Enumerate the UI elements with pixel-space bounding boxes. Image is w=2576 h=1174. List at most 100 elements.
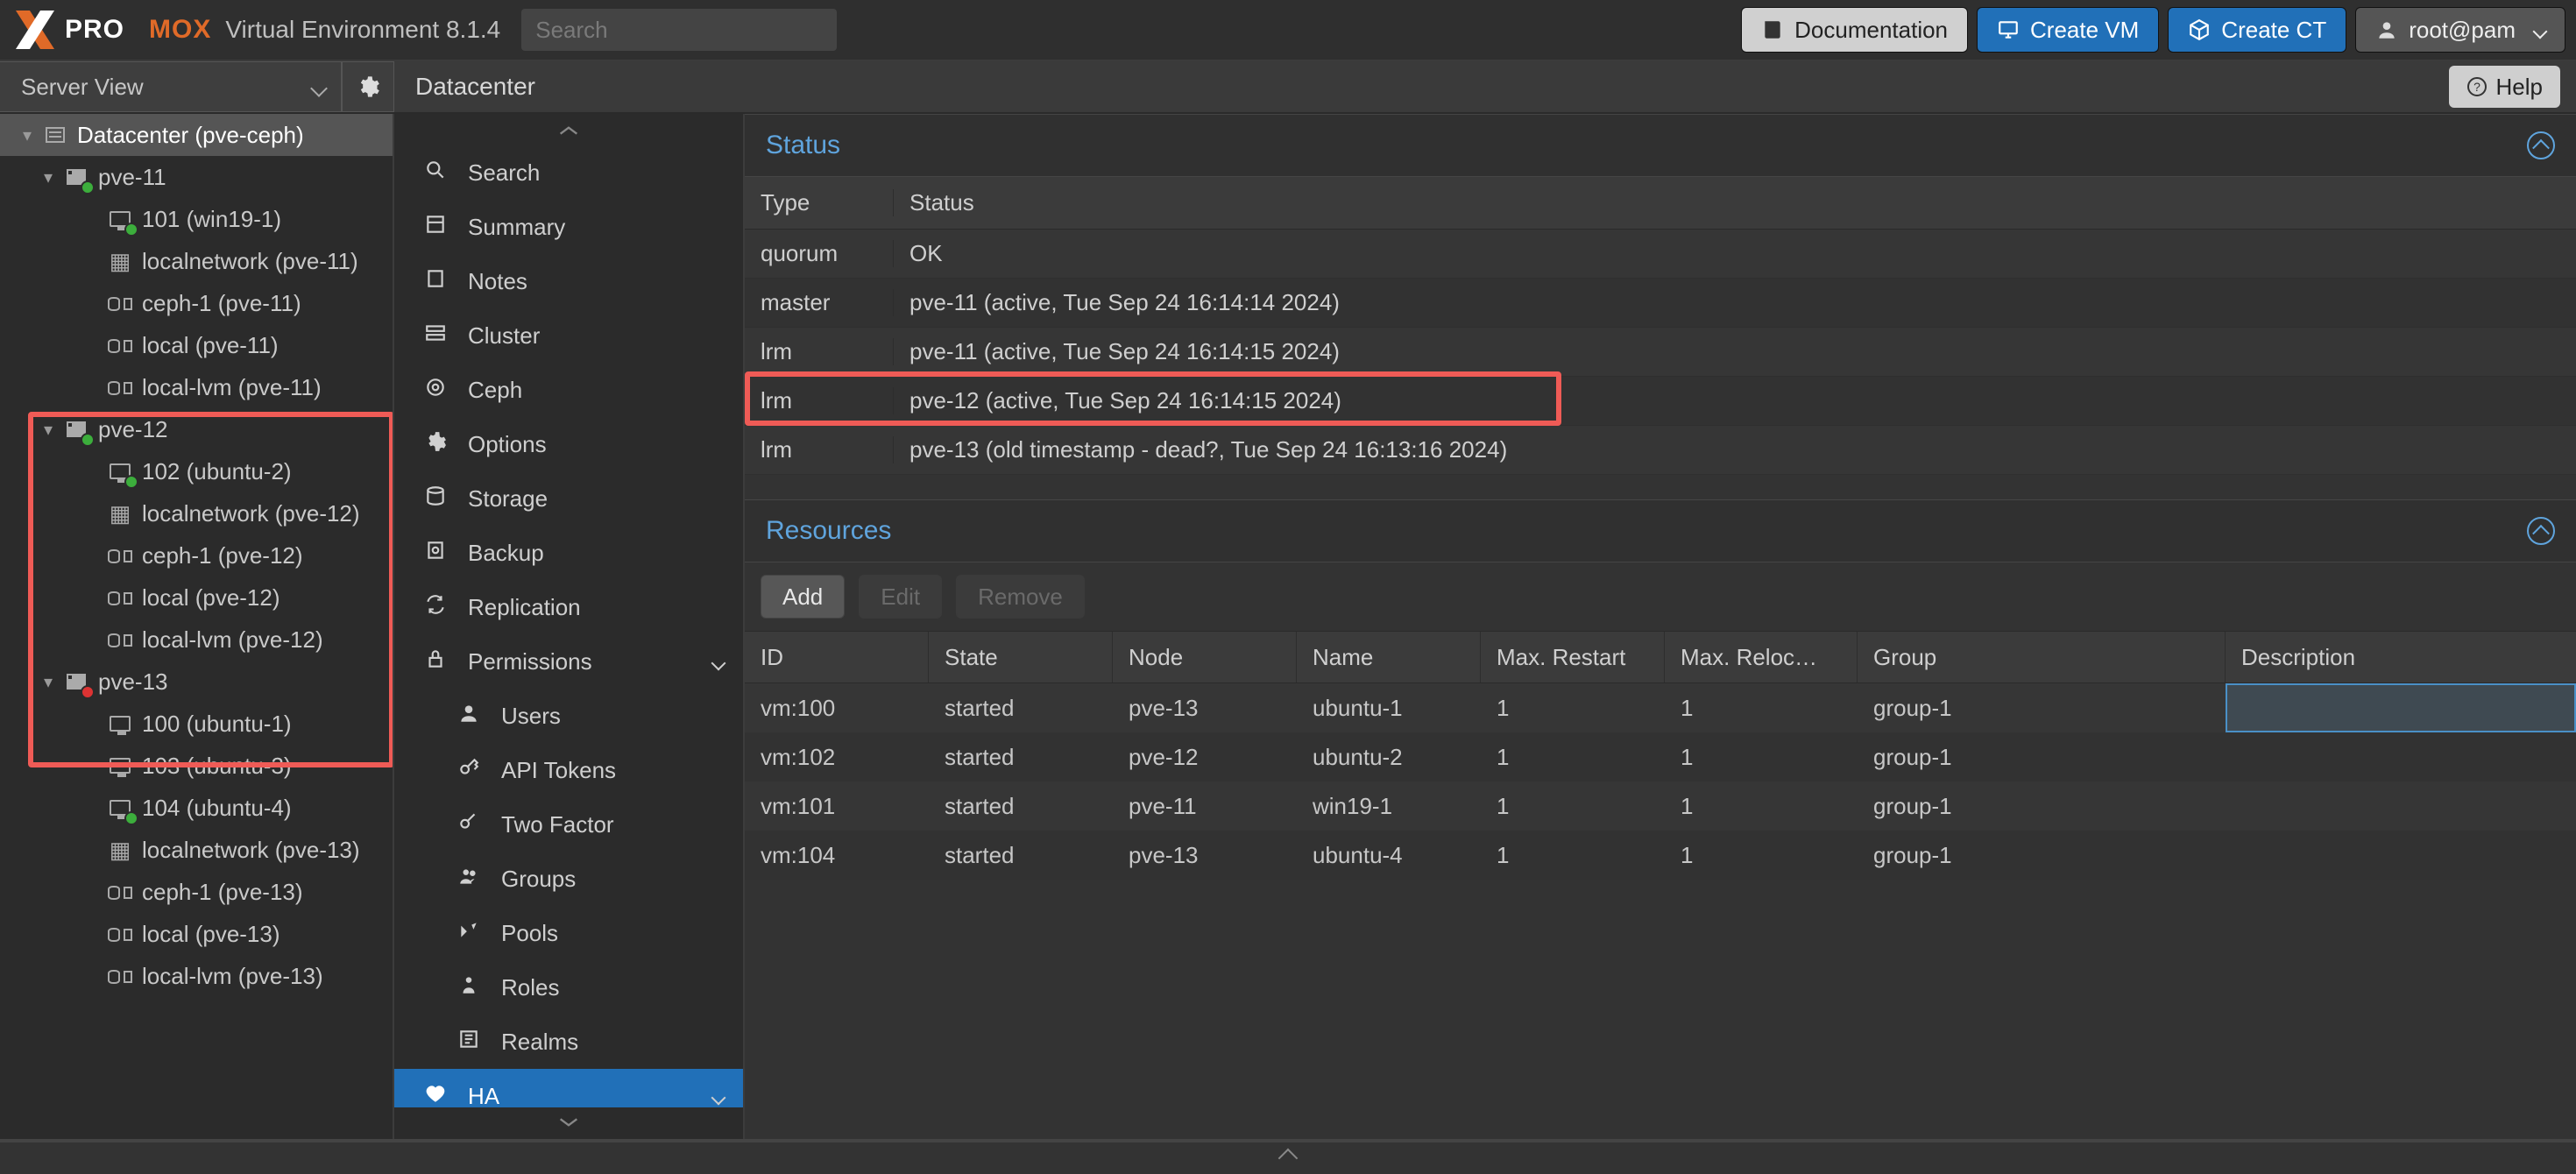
- tree-child[interactable]: 104 (ubuntu-4): [0, 787, 393, 829]
- nav-item-label: API Tokens: [501, 757, 616, 784]
- nav-item-search[interactable]: Search: [394, 145, 743, 200]
- server-icon: [61, 668, 91, 696]
- nav-item-roles[interactable]: Roles: [394, 960, 743, 1015]
- cell-name: win19-1: [1297, 793, 1481, 820]
- cell-node: pve-12: [1113, 744, 1297, 771]
- nav-icon: [422, 647, 449, 676]
- status-row[interactable]: lrm pve-11 (active, Tue Sep 24 16:14:15 …: [745, 328, 2576, 377]
- vm-icon: [105, 206, 135, 233]
- collapse-button[interactable]: [2527, 131, 2555, 159]
- tree-child[interactable]: local (pve-11): [0, 324, 393, 366]
- tree-child[interactable]: 100 (ubuntu-1): [0, 703, 393, 745]
- nav-item-groups[interactable]: Groups: [394, 852, 743, 906]
- nav-scroll-up[interactable]: [394, 114, 743, 145]
- col-id[interactable]: ID: [745, 632, 929, 682]
- tree-child[interactable]: 101 (win19-1): [0, 198, 393, 240]
- status-row[interactable]: quorum OK: [745, 230, 2576, 279]
- nav-item-label: Replication: [468, 594, 581, 621]
- search-input[interactable]: Search: [521, 9, 837, 51]
- expand-icon[interactable]: [35, 166, 61, 188]
- col-max-restart[interactable]: Max. Restart: [1481, 632, 1665, 682]
- nav-item-storage[interactable]: Storage: [394, 471, 743, 526]
- col-type[interactable]: Type: [745, 189, 894, 216]
- col-max-reloc[interactable]: Max. Reloc…: [1665, 632, 1858, 682]
- nav-item-label: HA: [468, 1083, 499, 1108]
- help-button[interactable]: ? Help: [2449, 66, 2560, 108]
- tree-child[interactable]: 103 (ubuntu-3): [0, 745, 393, 787]
- logo-x-icon: [11, 5, 60, 54]
- resource-row[interactable]: vm:102 started pve-12 ubuntu-2 1 1 group…: [745, 732, 2576, 781]
- tree-child[interactable]: localnetwork (pve-11): [0, 240, 393, 282]
- edit-button: Edit: [859, 575, 942, 619]
- settings-button[interactable]: [342, 61, 394, 112]
- nav-item-backup[interactable]: Backup: [394, 526, 743, 580]
- task-log-collapsed[interactable]: [0, 1139, 2576, 1174]
- resource-row[interactable]: vm:104 started pve-13 ubuntu-4 1 1 group…: [745, 831, 2576, 880]
- tree-child[interactable]: local (pve-13): [0, 913, 393, 955]
- tree-child-label: local (pve-12): [142, 584, 280, 612]
- col-name[interactable]: Name: [1297, 632, 1481, 682]
- col-status[interactable]: Status: [894, 189, 2576, 216]
- documentation-button[interactable]: Documentation: [1741, 7, 1968, 53]
- user-menu-button[interactable]: root@pam: [2355, 7, 2565, 53]
- create-ct-button[interactable]: Create CT: [2168, 7, 2346, 53]
- nav-item-realms[interactable]: Realms: [394, 1015, 743, 1069]
- resource-row[interactable]: vm:101 started pve-11 win19-1 1 1 group-…: [745, 781, 2576, 831]
- tree-node[interactable]: pve-13: [0, 661, 393, 703]
- col-state[interactable]: State: [929, 632, 1113, 682]
- nav-item-notes[interactable]: Notes: [394, 254, 743, 308]
- expand-icon[interactable]: [35, 671, 61, 693]
- nav-item-pools[interactable]: Pools: [394, 906, 743, 960]
- nav-item-ha[interactable]: HA: [394, 1069, 743, 1107]
- cell-desc: [2226, 683, 2576, 732]
- view-selector[interactable]: Server View: [0, 61, 342, 112]
- status-row[interactable]: lrm pve-12 (active, Tue Sep 24 16:14:15 …: [745, 377, 2576, 426]
- resource-row[interactable]: vm:100 started pve-13 ubuntu-1 1 1 group…: [745, 683, 2576, 732]
- cell-max-reloc: 1: [1665, 842, 1858, 869]
- status-value: pve-11 (active, Tue Sep 24 16:14:14 2024…: [894, 289, 2576, 316]
- tree-child[interactable]: localnetwork (pve-12): [0, 492, 393, 534]
- tree-datacenter[interactable]: Datacenter (pve-ceph): [0, 114, 393, 156]
- nav-icon: [422, 322, 449, 350]
- cell-name: ubuntu-4: [1297, 842, 1481, 869]
- nav-icon: [456, 973, 482, 1002]
- nav-item-cluster[interactable]: Cluster: [394, 308, 743, 363]
- cell-name: ubuntu-1: [1297, 695, 1481, 722]
- collapse-button[interactable]: [2527, 517, 2555, 545]
- nav-item-replication[interactable]: Replication: [394, 580, 743, 634]
- status-row[interactable]: master pve-11 (active, Tue Sep 24 16:14:…: [745, 279, 2576, 328]
- add-button[interactable]: Add: [761, 575, 845, 619]
- tree-child[interactable]: localnetwork (pve-13): [0, 829, 393, 871]
- tree-child[interactable]: 102 (ubuntu-2): [0, 450, 393, 492]
- col-description[interactable]: Description: [2226, 632, 2576, 682]
- col-group[interactable]: Group: [1858, 632, 2226, 682]
- col-node[interactable]: Node: [1113, 632, 1297, 682]
- status-value: pve-11 (active, Tue Sep 24 16:14:15 2024…: [894, 338, 2576, 365]
- nav-icon: [456, 810, 482, 839]
- tree-child[interactable]: ceph-1 (pve-11): [0, 282, 393, 324]
- status-type: lrm: [745, 436, 894, 463]
- vm-icon: [105, 795, 135, 822]
- tree-child[interactable]: ceph-1 (pve-13): [0, 871, 393, 913]
- nav-item-ceph[interactable]: Ceph: [394, 363, 743, 417]
- tree-child[interactable]: local (pve-12): [0, 576, 393, 619]
- tree-child[interactable]: local-lvm (pve-13): [0, 955, 393, 997]
- tree-child[interactable]: ceph-1 (pve-12): [0, 534, 393, 576]
- tree-node[interactable]: pve-12: [0, 408, 393, 450]
- tree-child[interactable]: local-lvm (pve-12): [0, 619, 393, 661]
- nav-item-summary[interactable]: Summary: [394, 200, 743, 254]
- expand-icon[interactable]: [35, 419, 61, 441]
- nav-item-permissions[interactable]: Permissions: [394, 634, 743, 689]
- nav-item-api-tokens[interactable]: API Tokens: [394, 743, 743, 797]
- create-vm-button[interactable]: Create VM: [1977, 7, 2159, 53]
- nav-item-options[interactable]: Options: [394, 417, 743, 471]
- status-row[interactable]: lrm pve-13 (old timestamp - dead?, Tue S…: [745, 426, 2576, 475]
- cell-group: group-1: [1858, 842, 2226, 869]
- chevron-down-icon: [308, 74, 325, 101]
- tree-child[interactable]: local-lvm (pve-11): [0, 366, 393, 408]
- tree-node[interactable]: pve-11: [0, 156, 393, 198]
- nav-scroll-down[interactable]: [394, 1107, 743, 1139]
- nav-item-two-factor[interactable]: Two Factor: [394, 797, 743, 852]
- expand-icon[interactable]: [14, 124, 40, 146]
- nav-item-users[interactable]: Users: [394, 689, 743, 743]
